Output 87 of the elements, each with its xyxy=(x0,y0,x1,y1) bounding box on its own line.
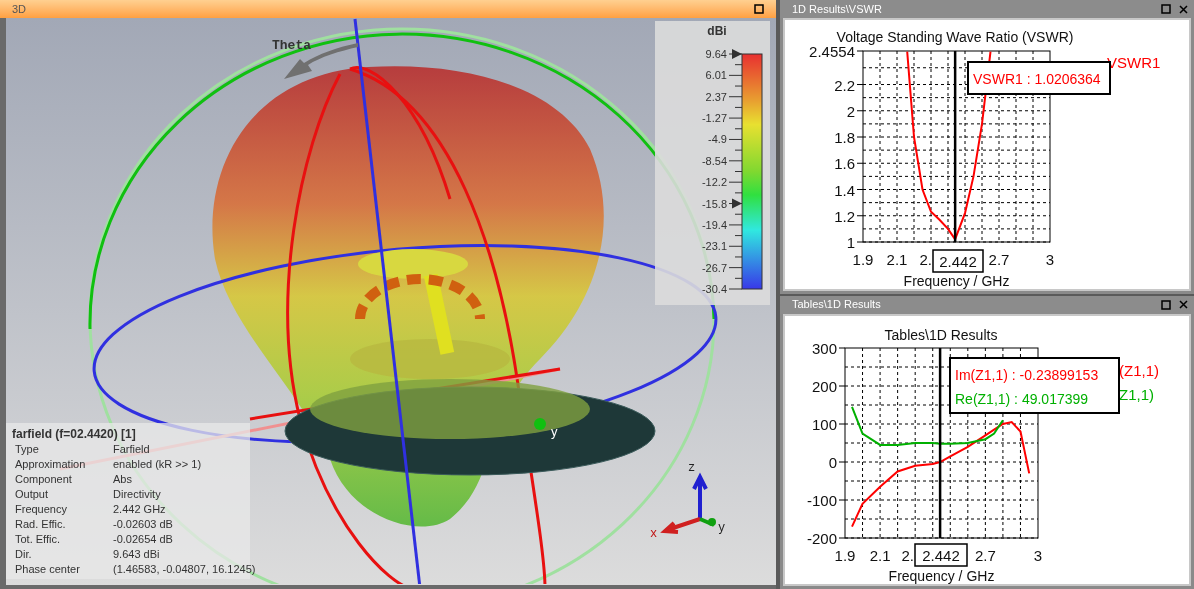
y-tick-label: -100 xyxy=(806,491,837,509)
legend-unit: dBi xyxy=(707,24,727,38)
y-tick-label: -200 xyxy=(806,529,837,547)
x-tick-label: 2.7 xyxy=(974,546,996,564)
legend-tick-label: 9.64 xyxy=(705,48,727,60)
legend-tick-label: -8.54 xyxy=(701,154,727,167)
legend-tick-label: -15.8 xyxy=(701,197,727,210)
y-tick-label: 1.4 xyxy=(834,181,855,199)
y-tick-label: 300 xyxy=(811,339,837,357)
info-value: enabled (kR >> 1) xyxy=(113,457,202,472)
x-axis-label: Frequency / GHz xyxy=(903,273,1010,289)
info-label: Tot. Effic. xyxy=(15,532,61,547)
y-tick-label: 1.6 xyxy=(834,155,855,173)
maximize-icon[interactable] xyxy=(1161,4,1171,14)
y-tick-label: 2 xyxy=(846,102,855,120)
y-tick-label: 1.8 xyxy=(834,129,855,146)
pane-title: 3D xyxy=(12,1,27,17)
y-tick-label: 2.4554 xyxy=(809,43,855,60)
axis-point-marker xyxy=(534,418,546,430)
info-label: Approximation xyxy=(15,457,86,472)
x-tick-label: 2.1 xyxy=(886,251,908,268)
legend-tick-label: -30.4 xyxy=(701,283,727,295)
legend-label: (Z1,1) xyxy=(1119,361,1159,379)
info-label: Component xyxy=(15,472,72,487)
legend-tick-label: 6.01 xyxy=(705,69,727,82)
chart-title: Tables\1D Results xyxy=(884,326,998,343)
x-tick-label: 2.7 xyxy=(988,251,1010,268)
info-value: Directivity xyxy=(113,487,161,502)
x-tick-label: 2. xyxy=(919,251,932,268)
axis-label: x xyxy=(650,527,658,541)
marker-line[interactable] xyxy=(953,51,957,242)
info-value: (1.46583, -0.04807, 16.1245) xyxy=(113,562,256,577)
axes-triad-icon xyxy=(660,472,716,534)
legend-tick-label: -23.1 xyxy=(701,240,727,253)
marker-line[interactable] xyxy=(938,347,942,538)
maximize-icon[interactable] xyxy=(754,4,764,14)
marker-value-label: 2.442 xyxy=(932,249,984,273)
legend-tick-label: -4.9 xyxy=(708,133,727,146)
x-axis-label: Frequency / GHz xyxy=(888,567,995,584)
axis-label: z xyxy=(688,461,696,475)
info-value: Abs xyxy=(113,472,132,487)
marker-value-label: 2.442 xyxy=(914,542,968,567)
pane-title: Tables\1D Results xyxy=(792,297,881,313)
y-tick-label: 0 xyxy=(828,453,837,471)
x-tick-label: 2. xyxy=(901,546,914,564)
legend-tick-label: 2.37 xyxy=(705,90,727,103)
marker-arrow-icon[interactable] xyxy=(732,198,742,209)
legend-tick-label: -19.4 xyxy=(701,218,727,231)
axis-label: y xyxy=(551,424,558,439)
pane-title: 1D Results\VSWR xyxy=(792,1,882,17)
x-tick-label: 1.9 xyxy=(834,546,856,564)
info-value: 9.643 dBi xyxy=(113,547,160,562)
info-label: Dir. xyxy=(15,547,32,562)
x-tick-label: 2.1 xyxy=(869,546,891,564)
marker-readout: Re(Z1,1) : 49.017399 xyxy=(955,390,1089,407)
legend-tick-label: -1.27 xyxy=(701,112,727,125)
legend-tick-label: -26.7 xyxy=(701,261,727,274)
x-tick-label: 1.9 xyxy=(852,251,874,268)
legend-label: Z1,1) xyxy=(1119,385,1154,403)
info-value: Farfield xyxy=(113,442,150,457)
marker-readout: VSWR1 : 1.0206364 xyxy=(973,71,1101,87)
chart-title: Voltage Standing Wave Ratio (VSWR) xyxy=(836,29,1074,45)
y-tick-label: 1 xyxy=(846,234,855,251)
info-label: Type xyxy=(15,442,39,457)
theta-label: Theta xyxy=(272,38,311,53)
info-label: Frequency xyxy=(15,502,67,517)
axis-label: y xyxy=(718,521,726,535)
y-tick-label: 100 xyxy=(811,415,837,433)
marker-readout: Im(Z1,1) : -0.23899153 xyxy=(955,366,1099,383)
info-label: Output xyxy=(15,487,49,502)
legend-tick-label: -12.2 xyxy=(701,176,727,189)
maximize-icon[interactable] xyxy=(1161,299,1171,310)
y-tick-label: 1.2 xyxy=(834,207,855,225)
info-value: -0.02603 dB xyxy=(113,517,173,532)
info-label: Phase center xyxy=(15,562,80,577)
y-tick-label: 200 xyxy=(811,377,837,395)
info-value: 2.442 GHz xyxy=(113,502,166,517)
marker-arrow-icon[interactable] xyxy=(732,49,742,59)
x-tick-label: 3 xyxy=(1045,251,1055,268)
info-value: -0.02654 dB xyxy=(113,532,173,547)
close-icon[interactable] xyxy=(1179,300,1188,309)
close-icon[interactable] xyxy=(1179,4,1188,14)
x-tick-label: 3 xyxy=(1033,546,1043,564)
legend-label: VSWR1 xyxy=(1107,54,1161,71)
info-label: Rad. Effic. xyxy=(15,517,66,532)
info-title: farfield (f=02.4420) [1] xyxy=(12,426,136,442)
y-tick-label: 2.2 xyxy=(834,76,855,94)
